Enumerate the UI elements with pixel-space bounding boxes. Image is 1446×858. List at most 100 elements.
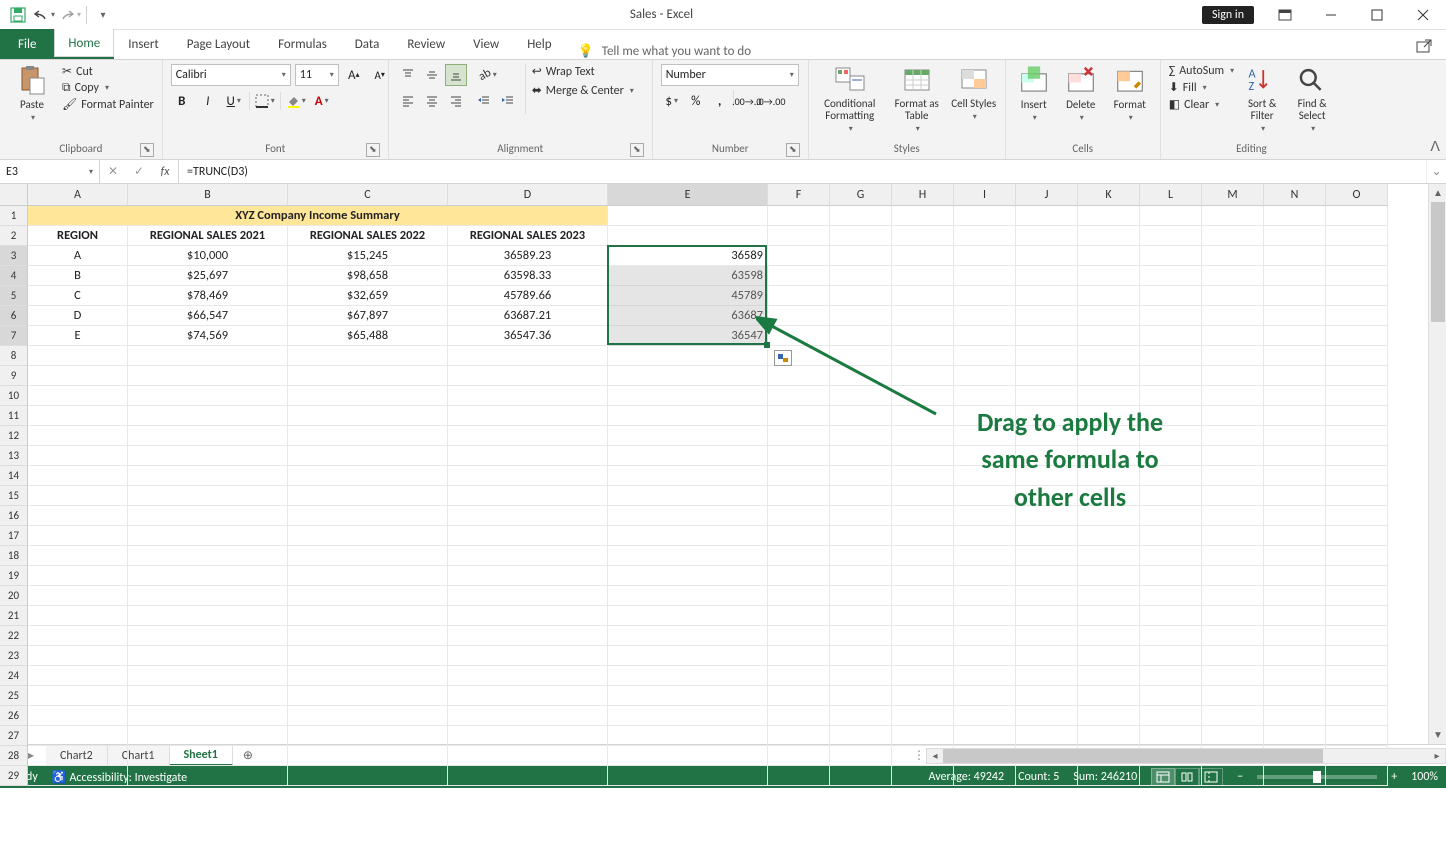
tab-data[interactable]: Data [341,29,394,59]
cell-C6[interactable]: $67,897 [288,306,448,326]
cell-F3[interactable] [768,246,830,266]
cell-F27[interactable] [768,726,830,746]
row-header[interactable]: 14 [0,466,28,486]
column-header[interactable]: I [954,184,1016,206]
cell-F26[interactable] [768,706,830,726]
undo-button[interactable]: ▾ [32,3,56,27]
cell-I25[interactable] [954,686,1016,706]
cell-M8[interactable] [1202,346,1264,366]
cell-B15[interactable] [128,486,288,506]
cell-A8[interactable] [28,346,128,366]
cell-F29[interactable] [768,766,830,786]
cell-L1[interactable] [1140,206,1202,226]
cell-B3[interactable]: $10,000 [128,246,288,266]
column-header[interactable]: M [1202,184,1264,206]
cell-F1[interactable] [768,206,830,226]
cell-G4[interactable] [830,266,892,286]
cell-D13[interactable] [448,446,608,466]
cell-K4[interactable] [1078,266,1140,286]
cell-I1[interactable] [954,206,1016,226]
cell-A24[interactable] [28,666,128,686]
tab-review[interactable]: Review [393,29,459,59]
row-header[interactable]: 15 [0,486,28,506]
cell-C2[interactable]: REGIONAL SALES 2022 [288,226,448,246]
cell-L10[interactable] [1140,386,1202,406]
cell-C14[interactable] [288,466,448,486]
cell-M4[interactable] [1202,266,1264,286]
cell-N2[interactable] [1264,226,1326,246]
cell-K10[interactable] [1078,386,1140,406]
cell-N4[interactable] [1264,266,1326,286]
cell-E2[interactable] [608,226,768,246]
cell-N25[interactable] [1264,686,1326,706]
font-name-select[interactable]: Calibri▾ [171,64,291,86]
cell-C7[interactable]: $65,488 [288,326,448,346]
cell-J10[interactable] [1016,386,1078,406]
row-header[interactable]: 22 [0,626,28,646]
cell-A26[interactable] [28,706,128,726]
cell-E22[interactable] [608,626,768,646]
cell-J23[interactable] [1016,646,1078,666]
customize-qat-button[interactable]: ▾ [91,3,115,27]
cell-H29[interactable] [892,766,954,786]
paste-button[interactable]: Paste▾ [8,64,56,123]
cell-J8[interactable] [1016,346,1078,366]
cell-C4[interactable]: $98,658 [288,266,448,286]
cell-E3[interactable]: 36589 [608,246,768,266]
cell-I23[interactable] [954,646,1016,666]
cell-O4[interactable] [1326,266,1388,286]
cell-N3[interactable] [1264,246,1326,266]
fill-color-button[interactable]: ▾ [285,90,307,112]
cell-H8[interactable] [892,346,954,366]
cell-D21[interactable] [448,606,608,626]
cell-J5[interactable] [1016,286,1078,306]
cell-N18[interactable] [1264,546,1326,566]
cell-L4[interactable] [1140,266,1202,286]
cell-N11[interactable] [1264,406,1326,426]
cell-C21[interactable] [288,606,448,626]
cell-D17[interactable] [448,526,608,546]
cell-F10[interactable] [768,386,830,406]
cell-G8[interactable] [830,346,892,366]
align-left-button[interactable] [397,90,419,112]
cell-E29[interactable] [608,766,768,786]
cell-N27[interactable] [1264,726,1326,746]
cell-I20[interactable] [954,586,1016,606]
cell-K23[interactable] [1078,646,1140,666]
cell-O23[interactable] [1326,646,1388,666]
cell-G13[interactable] [830,446,892,466]
cell-I2[interactable] [954,226,1016,246]
column-headers[interactable]: ABCDEFGHIJKLMNO [28,184,1388,206]
cell-J2[interactable] [1016,226,1078,246]
row-header[interactable]: 16 [0,506,28,526]
row-header[interactable]: 3 [0,246,28,266]
cell-J24[interactable] [1016,666,1078,686]
cell-K21[interactable] [1078,606,1140,626]
cell-O7[interactable] [1326,326,1388,346]
cell-J9[interactable] [1016,366,1078,386]
cell-K9[interactable] [1078,366,1140,386]
row-header[interactable]: 4 [0,266,28,286]
cell-I21[interactable] [954,606,1016,626]
tab-page-layout[interactable]: Page Layout [173,29,264,59]
cell-H19[interactable] [892,566,954,586]
cell-D25[interactable] [448,686,608,706]
cell-L7[interactable] [1140,326,1202,346]
cell-G3[interactable] [830,246,892,266]
copy-button[interactable]: ⧉Copy▾ [62,81,154,95]
cell-B26[interactable] [128,706,288,726]
cell-B10[interactable] [128,386,288,406]
cell-A13[interactable] [28,446,128,466]
cell-B14[interactable] [128,466,288,486]
cell-K18[interactable] [1078,546,1140,566]
cell-H6[interactable] [892,306,954,326]
align-right-button[interactable] [445,90,467,112]
cell-B9[interactable] [128,366,288,386]
cell-B27[interactable] [128,726,288,746]
cell-D11[interactable] [448,406,608,426]
cell-B29[interactable] [128,766,288,786]
cell-J26[interactable] [1016,706,1078,726]
cell-E28[interactable] [608,746,768,766]
column-header[interactable]: G [830,184,892,206]
cell-C28[interactable] [288,746,448,766]
